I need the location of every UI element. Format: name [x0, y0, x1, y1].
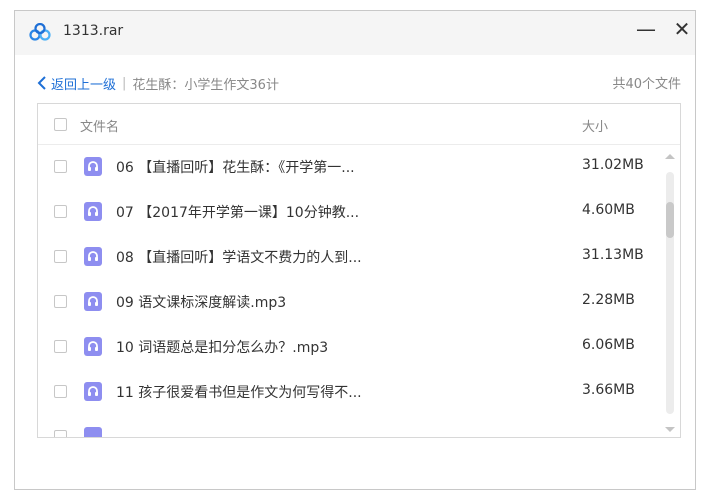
close-button[interactable]: ✕	[667, 14, 697, 44]
table-row[interactable]: 10 词语题总是扣分怎么办？.mp3 6.06MB	[38, 324, 658, 369]
file-name[interactable]: 08 【直播回听】学语文不费力的人到...	[116, 247, 362, 267]
scroll-track[interactable]	[666, 172, 674, 414]
audio-file-icon	[84, 337, 102, 356]
file-size: 31.02MB	[582, 157, 644, 173]
breadcrumb-separator: |	[122, 75, 127, 91]
audio-file-icon	[84, 202, 102, 221]
breadcrumb: 返回上一级 | 花生酥：小学生作文36计	[37, 73, 279, 93]
table-row-partial[interactable]	[38, 414, 658, 437]
table-row[interactable]: 07 【2017年开学第一课】10分钟教... 4.60MB	[38, 189, 658, 234]
row-checkbox[interactable]	[54, 205, 67, 218]
minimize-button[interactable]: —	[631, 14, 661, 44]
scroll-up-arrow-icon[interactable]	[665, 154, 675, 159]
table-row[interactable]: 08 【直播回听】学语文不费力的人到... 31.13MB	[38, 234, 658, 279]
audio-file-icon	[84, 157, 102, 176]
file-name[interactable]: 09 语文课标深度解读.mp3	[116, 292, 286, 312]
file-size: 4.60MB	[582, 202, 635, 218]
row-checkbox[interactable]	[54, 295, 67, 308]
file-table: 文件名 大小 06 【直播回听】花生酥：《开学第一... 31.02MB 07 …	[37, 103, 681, 438]
file-size: 3.66MB	[582, 382, 635, 398]
file-size: 2.28MB	[582, 292, 635, 308]
vertical-scrollbar[interactable]	[664, 148, 676, 436]
table-row[interactable]: 09 语文课标深度解读.mp3 2.28MB	[38, 279, 658, 324]
file-size: 6.06MB	[582, 337, 635, 353]
row-checkbox[interactable]	[54, 340, 67, 353]
audio-file-icon	[84, 427, 102, 437]
audio-file-icon	[84, 247, 102, 266]
row-checkbox[interactable]	[54, 430, 67, 437]
audio-file-icon	[84, 292, 102, 311]
header-size[interactable]: 大小	[582, 116, 608, 135]
table-row[interactable]: 11 孩子很爱看书但是作文为何写得不... 3.66MB	[38, 369, 658, 414]
window-title: 1313.rar	[63, 23, 124, 39]
file-name[interactable]: 10 词语题总是扣分怎么办？.mp3	[116, 337, 328, 357]
row-checkbox[interactable]	[54, 160, 67, 173]
back-label: 返回上一级	[51, 77, 117, 93]
title-bar: 1313.rar — ✕	[15, 11, 695, 55]
file-size: 31.13MB	[582, 247, 644, 263]
cloud-link-icon	[29, 22, 51, 41]
back-button[interactable]: 返回上一级	[37, 74, 116, 93]
table-row[interactable]: 06 【直播回听】花生酥：《开学第一... 31.02MB	[38, 144, 658, 189]
chevron-left-icon	[37, 76, 46, 90]
file-name[interactable]: 07 【2017年开学第一课】10分钟教...	[116, 202, 359, 222]
scroll-thumb[interactable]	[666, 202, 674, 238]
header-name[interactable]: 文件名	[80, 116, 119, 135]
file-name[interactable]: 11 孩子很爱看书但是作文为何写得不...	[116, 382, 362, 402]
table-header: 文件名 大小	[38, 104, 680, 145]
scroll-down-arrow-icon[interactable]	[665, 427, 675, 432]
file-name[interactable]: 06 【直播回听】花生酥：《开学第一...	[116, 157, 355, 177]
file-count: 共40个文件	[612, 77, 681, 92]
row-checkbox[interactable]	[54, 250, 67, 263]
audio-file-icon	[84, 382, 102, 401]
select-all-checkbox[interactable]	[54, 118, 67, 131]
file-list: 06 【直播回听】花生酥：《开学第一... 31.02MB 07 【2017年开…	[38, 144, 658, 437]
row-checkbox[interactable]	[54, 385, 67, 398]
current-folder-path: 花生酥：小学生作文36计	[132, 77, 279, 93]
archive-window: 1313.rar — ✕ 返回上一级 | 花生酥：小学生作文36计 共40个文件…	[14, 10, 696, 490]
